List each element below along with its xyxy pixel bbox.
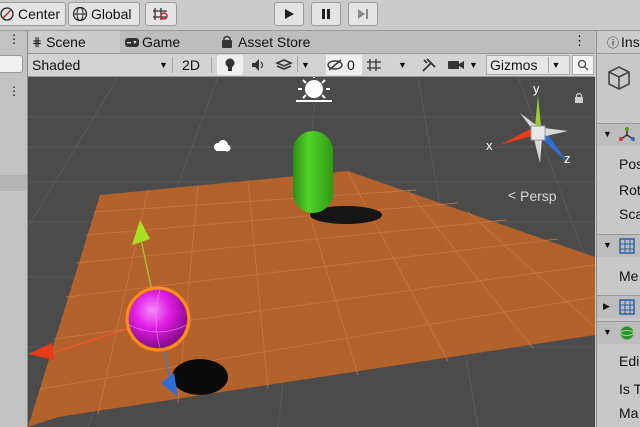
mesh-renderer-header[interactable]: ▶ bbox=[597, 295, 640, 318]
pivot-center-label: Center bbox=[18, 6, 61, 22]
gizmo-axis-x: x bbox=[486, 138, 493, 153]
rotation-label: Rot bbox=[619, 182, 640, 198]
pivot-center-button[interactable]: Center bbox=[0, 2, 66, 26]
mesh-label: Me bbox=[619, 268, 639, 284]
tab-menu-icon[interactable]: ⋮ bbox=[573, 33, 586, 49]
lighting-toggle-button[interactable] bbox=[217, 55, 243, 75]
game-icon bbox=[125, 38, 139, 47]
pause-button[interactable] bbox=[311, 2, 341, 26]
draw-mode-dropdown[interactable]: Shaded ▼ bbox=[32, 55, 168, 75]
transform-icon bbox=[619, 127, 635, 141]
scene-render[interactable]: y x z < Persp bbox=[28, 77, 595, 427]
global-space-label: Global bbox=[91, 6, 132, 22]
scene-toolbar: Shaded ▼ 2D ▼ 0 ▼ ▼ Gizmos ▼ bbox=[28, 54, 595, 77]
tab-inspector[interactable]: ⓘ Ins bbox=[597, 31, 640, 54]
scale-label: Sca bbox=[619, 206, 640, 222]
collider-header[interactable]: ▼ bbox=[597, 321, 640, 344]
audio-toggle-button[interactable] bbox=[246, 55, 272, 75]
step-button[interactable] bbox=[348, 2, 378, 26]
chevron-down-icon: ▼ bbox=[469, 60, 478, 70]
grid-snap-icon bbox=[367, 59, 381, 71]
chevron-down-icon: ▼ bbox=[603, 129, 612, 139]
lightbulb-icon bbox=[225, 58, 235, 71]
material-label: Ma bbox=[619, 405, 639, 421]
tab-asset-store-label: Asset Store bbox=[238, 34, 311, 50]
hidden-objects-toggle[interactable]: 0 bbox=[326, 55, 362, 75]
2d-toggle-button[interactable]: 2D bbox=[178, 55, 204, 75]
capsule-object bbox=[293, 131, 333, 213]
eye-off-icon bbox=[327, 59, 343, 71]
is-trigger-label: Is T bbox=[619, 381, 640, 397]
tab-inspector-label: Ins bbox=[621, 34, 640, 50]
global-space-button[interactable]: Global bbox=[68, 2, 140, 26]
draw-mode-label: Shaded bbox=[32, 57, 81, 73]
panel-menu-icon-2[interactable]: ⋮ bbox=[8, 84, 20, 98]
tab-game[interactable]: Game bbox=[124, 31, 180, 53]
chevron-down-icon: ▼ bbox=[603, 327, 612, 337]
tab-scene[interactable]: ⋕ Scene bbox=[28, 31, 120, 53]
sphere-collider-icon bbox=[620, 326, 634, 340]
chevron-right-icon: ▶ bbox=[603, 301, 610, 311]
tab-asset-store[interactable]: Asset Store bbox=[220, 31, 310, 53]
persp-label: Persp bbox=[520, 188, 557, 204]
sphere-shadow bbox=[172, 359, 228, 395]
layers-icon bbox=[275, 59, 293, 70]
chevron-down-icon: ▼ bbox=[551, 60, 561, 70]
tab-game-label: Game bbox=[142, 34, 181, 50]
play-button[interactable] bbox=[274, 2, 304, 26]
chevron-down-icon: ▼ bbox=[398, 60, 407, 70]
pause-icon bbox=[322, 9, 330, 19]
search-field-edge[interactable] bbox=[0, 55, 23, 73]
search-icon bbox=[577, 59, 589, 71]
hidden-count: 0 bbox=[347, 57, 355, 73]
tab-scene-label: Scene bbox=[46, 34, 86, 50]
scene-tab-bar: ⋕ Scene Game Asset Store ⋮ bbox=[28, 31, 595, 54]
panel-menu-icon[interactable]: ⋮ bbox=[8, 33, 20, 45]
tools-icon bbox=[422, 58, 436, 72]
grid-visibility-dropdown[interactable]: ▼ bbox=[366, 55, 410, 75]
play-icon bbox=[285, 9, 294, 19]
chevron-down-icon: ▼ bbox=[301, 60, 310, 70]
scene-viewport[interactable]: y x z < Persp bbox=[28, 77, 595, 427]
step-icon bbox=[358, 9, 368, 19]
gizmo-axis-z: z bbox=[564, 151, 571, 166]
pivot-icon bbox=[0, 7, 14, 21]
speaker-icon bbox=[252, 59, 264, 71]
edit-collider-label: Edi bbox=[619, 353, 640, 369]
scene-search-field[interactable] bbox=[572, 55, 594, 75]
grid-icon: ⋕ bbox=[32, 35, 43, 49]
main-toolbar: Center Global bbox=[0, 0, 640, 31]
chevron-down-icon: ▼ bbox=[159, 60, 168, 70]
selected-row-edge[interactable] bbox=[0, 175, 27, 191]
camera-icon bbox=[448, 61, 464, 69]
gizmos-dropdown[interactable]: Gizmos ▼ bbox=[486, 55, 570, 75]
tools-toggle-button[interactable] bbox=[418, 55, 440, 75]
mesh-grid-icon bbox=[619, 238, 635, 254]
persp-chevron-icon: < bbox=[508, 187, 516, 203]
camera-dropdown[interactable]: ▼ bbox=[447, 55, 483, 75]
transform-component-header[interactable]: ▼ bbox=[597, 123, 640, 146]
globe-icon bbox=[72, 6, 88, 22]
info-icon: ⓘ bbox=[607, 35, 620, 50]
gizmo-axis-y: y bbox=[533, 81, 540, 96]
grid-snap-icon bbox=[153, 8, 168, 20]
inspector-panel-edge: ⓘ Ins ▼ Pos Rot Sca ▼ Me ▶ ▼ Edi Is T Ma bbox=[596, 31, 640, 427]
2d-label: 2D bbox=[182, 57, 200, 73]
position-label: Pos bbox=[619, 156, 640, 172]
hierarchy-panel-edge: ⋮ ⋮ bbox=[0, 31, 28, 427]
renderer-grid-icon bbox=[619, 299, 635, 315]
chevron-down-icon: ▼ bbox=[603, 240, 612, 250]
mesh-filter-header[interactable]: ▼ bbox=[597, 234, 640, 257]
gizmos-label: Gizmos bbox=[490, 57, 538, 73]
grid-snap-button[interactable] bbox=[145, 2, 177, 26]
store-icon bbox=[222, 35, 232, 48]
effects-dropdown[interactable]: ▼ bbox=[275, 55, 315, 75]
gameobject-cube-icon bbox=[608, 66, 630, 90]
